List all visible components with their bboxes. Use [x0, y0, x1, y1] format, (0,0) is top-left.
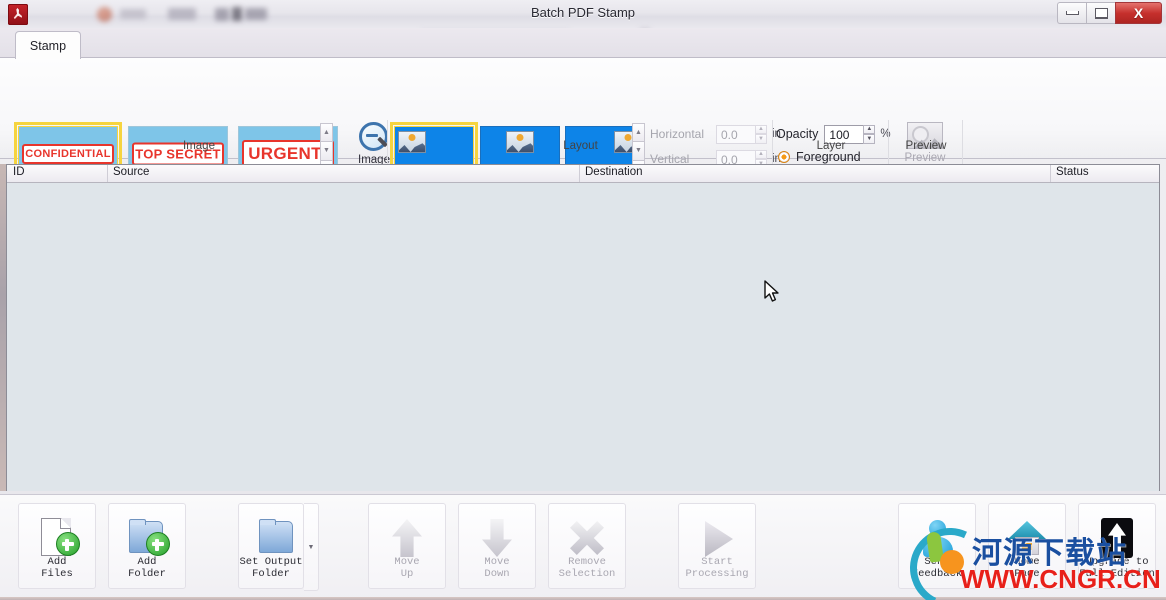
set-output-folder-dropdown[interactable]: ▼: [304, 503, 319, 591]
group-label-layout: Layout: [563, 140, 598, 152]
house-icon: [1004, 518, 1050, 556]
column-header-id[interactable]: ID: [13, 166, 25, 178]
move-up-label-line1: Move: [394, 556, 420, 568]
column-header-status[interactable]: Status: [1056, 166, 1089, 178]
move-down-button[interactable]: Move Down: [458, 503, 536, 589]
window-controls: X: [1057, 2, 1162, 24]
upgrade-label-line2: Full Edition: [1079, 568, 1155, 580]
folder-icon: [248, 518, 294, 556]
tab-stamp-label: Stamp: [29, 38, 67, 53]
upgrade-arrow-icon: [1094, 518, 1140, 558]
move-up-button[interactable]: Move Up: [368, 503, 446, 589]
folder-add-icon: [124, 518, 170, 556]
set-output-folder-label-line1: Set Output: [239, 556, 303, 568]
remove-selection-label-line1: Remove: [568, 556, 606, 568]
set-output-folder-label-line2: Folder: [252, 568, 290, 580]
column-header-destination[interactable]: Destination: [585, 166, 643, 178]
title-bar: Batch PDF Stamp X: [0, 0, 1166, 29]
home-page-button[interactable]: Home Page: [988, 503, 1066, 589]
add-files-button[interactable]: Add Files: [18, 503, 96, 589]
play-icon: [694, 518, 740, 557]
arrow-down-icon: [474, 518, 520, 557]
start-processing-label-line2: Processing: [685, 568, 749, 580]
chevron-down-icon: ▼: [307, 543, 315, 551]
add-folder-label-line2: Folder: [128, 568, 166, 580]
add-folder-button[interactable]: Add Folder: [108, 503, 186, 589]
home-page-label-line2: Page: [1014, 568, 1040, 580]
person-add-icon: [914, 518, 960, 557]
home-page-label-line1: Home: [1014, 556, 1040, 568]
group-label-preview: Preview: [905, 140, 947, 152]
application-window: Batch PDF Stamp X Stamp CONFIDENTIAL TOP…: [0, 0, 1166, 600]
group-label-image: Image: [183, 140, 215, 152]
ribbon-group-labels: Image Layout Layer Preview: [0, 138, 1166, 158]
column-header-source[interactable]: Source: [113, 166, 149, 178]
document-add-icon: [34, 518, 80, 556]
bottom-toolbar: Add Files Add Folder Set Output Folder ▼ Mo…: [0, 494, 1166, 600]
send-feedback-label-line2: Feedback: [911, 568, 963, 580]
send-feedback-button[interactable]: Send Feedback: [898, 503, 976, 589]
send-feedback-label-line1: Send: [924, 556, 950, 568]
close-button[interactable]: X: [1115, 2, 1162, 24]
add-files-label-line2: Files: [41, 568, 73, 580]
tab-stamp[interactable]: Stamp: [15, 31, 81, 59]
group-label-layer: Layer: [816, 140, 846, 152]
add-files-label-line1: Add: [47, 556, 67, 568]
file-list-body[interactable]: [7, 183, 1159, 491]
remove-selection-button[interactable]: Remove Selection: [548, 503, 626, 589]
move-up-label-line2: Up: [400, 568, 414, 580]
mouse-cursor: [764, 280, 782, 304]
upgrade-full-edition-button[interactable]: Upgrade to Full Edition: [1078, 503, 1156, 589]
x-mark-icon: [564, 518, 610, 556]
minimize-icon: [1065, 11, 1079, 15]
move-down-label-line1: Move: [484, 556, 510, 568]
maximize-icon: [1094, 7, 1108, 19]
arrow-up-icon: [384, 518, 430, 557]
move-down-label-line2: Down: [484, 568, 510, 580]
start-processing-label-line1: Start: [701, 556, 733, 568]
start-processing-button[interactable]: Start Processing: [678, 503, 756, 589]
maximize-button[interactable]: [1086, 2, 1115, 24]
window-title: Batch PDF Stamp: [530, 5, 636, 20]
remove-selection-label-line2: Selection: [558, 568, 616, 580]
file-list: ID Source Destination Status: [6, 164, 1160, 491]
minimize-button[interactable]: [1057, 2, 1086, 24]
add-folder-label-line1: Add: [137, 556, 157, 568]
close-icon: X: [1133, 5, 1144, 21]
ribbon-tab-strip: Stamp: [0, 28, 1166, 59]
file-list-header: ID Source Destination Status: [7, 165, 1159, 183]
set-output-folder-button[interactable]: Set Output Folder: [238, 503, 304, 589]
